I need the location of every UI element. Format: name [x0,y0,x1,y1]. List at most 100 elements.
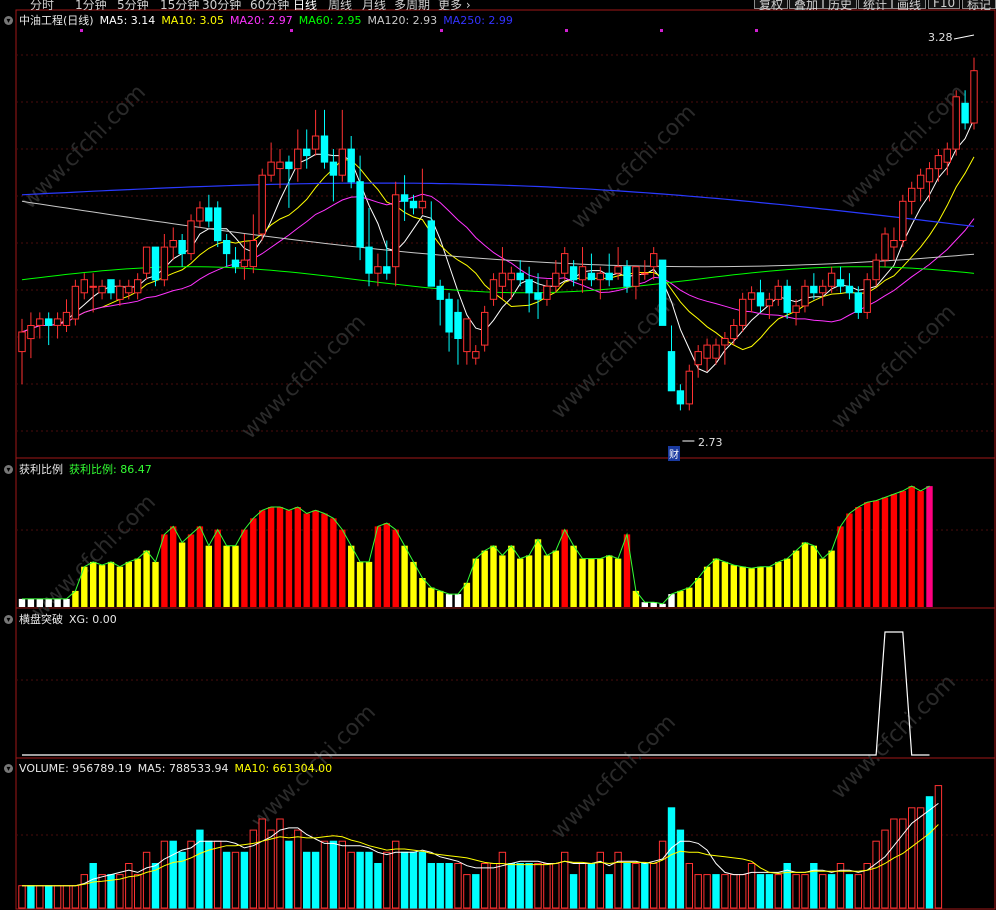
candle-body [107,279,115,294]
profit-bar [908,486,915,607]
volume-panel-title: ▾ VOLUME: 956789.19 MA5: 788533.94 MA10: 66… [4,762,338,775]
volume-bar [383,851,391,909]
candle-body [187,220,195,255]
volume-bar [801,874,809,909]
profit-bar [499,555,506,607]
toolbar-button-5[interactable]: F10 [928,0,961,10]
period-tab-4[interactable]: 30分钟 [202,0,241,10]
toolbar-button-1[interactable]: 叠加 [789,0,824,10]
period-tab-1[interactable]: 1分钟 [75,0,107,10]
volume-bar [71,885,80,909]
ma-label-0: MA5: 3.14 [99,14,156,27]
volume-title: VOLUME: 956789.19 [19,762,132,775]
profit-bar [90,561,97,607]
candle-body [810,285,818,294]
toolbar-button-3[interactable]: 统计 [858,0,893,10]
volume-bar [596,851,604,909]
period-tab-9[interactable]: 多周期 [394,0,430,10]
volume-bar [294,829,302,909]
volume-bar [18,885,26,909]
profit-bar [828,550,835,607]
volume-bar [356,851,364,909]
candle-body [836,279,845,287]
candle-body [676,390,685,405]
candle-body [712,344,720,359]
profit-bar [152,561,159,607]
finance-marker[interactable]: 财 [668,446,680,461]
candle-body [311,135,320,150]
candle-body [45,318,53,326]
candle-body [899,200,907,242]
volume-bar [258,818,266,909]
period-tab-7[interactable]: 周线 [328,0,352,10]
volume-bar [578,863,587,909]
volume-bar [605,874,613,909]
volume-bar [481,863,489,909]
collapse-icon[interactable]: ▾ [4,764,13,773]
candle-body [276,161,284,170]
profit-bar [187,534,195,607]
period-tab-6[interactable]: 日线 [293,0,317,10]
candle-body [961,102,969,124]
profit-bar [339,529,346,607]
candle-body [730,325,738,340]
profit-bar [445,594,453,607]
profit-panel-title: ▾ 获利比例 获利比例: 86.47 [4,461,158,477]
collapse-icon[interactable]: ▾ [4,615,13,624]
breakout-signal-line [22,631,930,756]
volume-bar [249,829,258,909]
toolbar-button-0[interactable]: 复权 [754,0,789,10]
candle-body [142,246,151,274]
period-tab-8[interactable]: 月线 [362,0,386,10]
watermark-text: www.cfchi.com [567,100,701,234]
period-tab-3[interactable]: 15分钟 [160,0,199,10]
volume-bar [418,851,427,909]
profit-bar [846,513,853,607]
profit-bar [98,565,106,607]
volume-ma5-line [22,803,939,887]
candle-body [614,266,622,274]
profit-bar [721,561,729,607]
volume-bar [27,885,35,909]
volume-bar [845,874,854,909]
volume-bar [285,840,293,909]
volume-bar [756,874,765,909]
period-tab-5[interactable]: 60分钟 [250,0,289,10]
profit-bar [259,510,266,608]
period-tab-0[interactable]: 分时 [30,0,54,10]
profit-bar [872,500,880,607]
period-tab-2[interactable]: 5分钟 [117,0,149,10]
profit-bar [321,513,328,607]
collapse-icon[interactable]: ▾ [4,465,13,474]
volume-bar [142,851,151,909]
toolbar-button-4[interactable]: 画线 [892,0,927,10]
profit-bar [54,598,61,607]
candle-body [53,318,62,326]
candle-body [854,292,862,313]
toolbar-button-6[interactable]: 标记 [962,0,996,10]
profit-bar [926,486,933,607]
profit-bar [623,534,631,607]
candle-body [569,266,578,281]
volume-bar [463,874,471,909]
period-tab-10[interactable]: 更多 › [438,0,471,10]
volume-bar [89,863,97,909]
toolbar-button-2[interactable]: 历史 [823,0,858,10]
volume-bar [774,874,782,909]
candle-body [196,207,204,222]
volume-bar [169,840,177,909]
volume-bar [400,851,409,909]
volume-bar [160,840,169,909]
candle-body [249,240,258,268]
candle-body [27,325,35,340]
ma-label-4: MA120: 2.93 [367,14,438,27]
candle-body [365,246,373,274]
candle-body [623,266,631,287]
event-dot [660,29,663,32]
profit-bar [881,497,889,607]
volume-bar [561,851,569,909]
profit-bar [437,590,444,607]
collapse-icon[interactable]: ▾ [4,16,13,25]
ma250-line [21,182,975,227]
profit-bar [748,568,755,607]
